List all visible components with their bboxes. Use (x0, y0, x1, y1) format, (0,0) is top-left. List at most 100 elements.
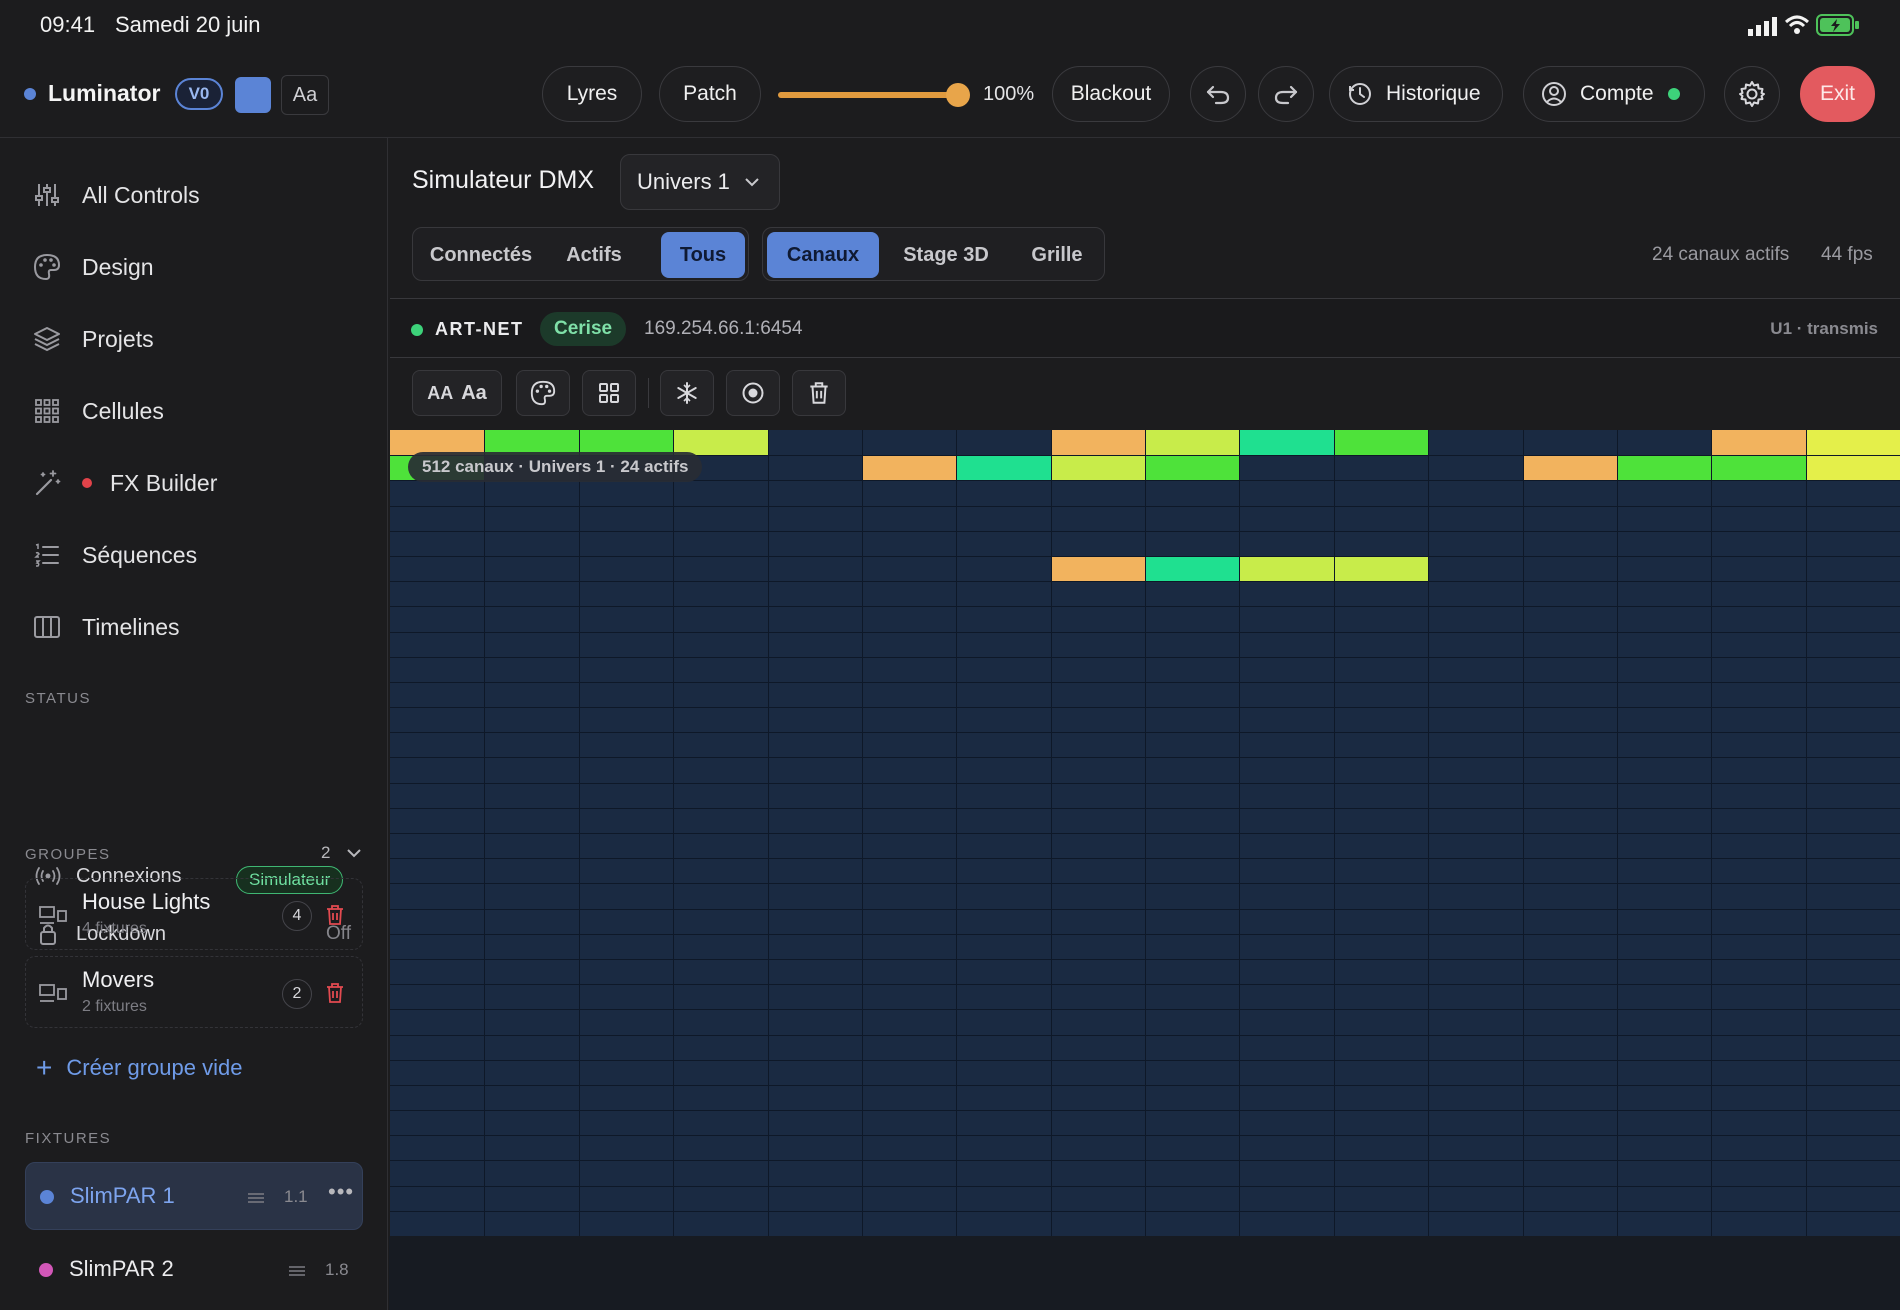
channel-cell-lit[interactable] (1145, 455, 1240, 481)
patch-button[interactable]: Patch (659, 66, 761, 122)
nav-projets[interactable]: Projets (32, 314, 154, 364)
font-size-toggle-button[interactable]: AA Aa (412, 370, 502, 416)
nav-label: Projets (82, 325, 154, 352)
channel-cell-lit[interactable] (1145, 430, 1240, 456)
signal-icon (1748, 17, 1777, 36)
nav-all-controls[interactable]: All Controls (32, 170, 200, 220)
undo-button[interactable] (1190, 66, 1246, 122)
grid-row-line (390, 656, 1900, 658)
channel-cell-lit[interactable] (1805, 455, 1900, 481)
protocol-name: ART-NET (435, 319, 524, 339)
nav-fx-builder[interactable]: FX Builder (32, 458, 217, 508)
grid-row-line (390, 606, 1900, 608)
nav-sequences[interactable]: Séquences (32, 530, 197, 580)
grid-row-line (390, 833, 1900, 834)
channel-cell-lit[interactable] (956, 455, 1051, 481)
redo-icon (1274, 85, 1298, 105)
channel-cell-lit[interactable] (1711, 455, 1806, 481)
master-slider-track[interactable] (778, 92, 958, 98)
tab-grille[interactable]: Grille (1013, 232, 1101, 278)
channel-cell-lit[interactable] (1711, 430, 1806, 456)
clear-button[interactable] (792, 370, 846, 416)
channel-cell-lit[interactable] (1145, 555, 1240, 582)
trash-icon[interactable] (324, 981, 346, 1005)
channel-cell-lit[interactable] (1805, 430, 1900, 456)
user-icon (1542, 82, 1566, 106)
channel-cell-lit[interactable] (1050, 455, 1145, 481)
node-ip-address: 169.254.66.1:6454 (644, 318, 803, 339)
top-toolbar: Luminator V0 Aa Lyres Patch 100% Blackou… (0, 50, 1900, 138)
fixture-item-slimpar-1[interactable]: SlimPAR 1 1.1 ••• (25, 1162, 363, 1230)
nav-timelines[interactable]: Timelines (32, 602, 180, 652)
settings-button[interactable] (1724, 66, 1780, 122)
grid-row-line (390, 581, 1900, 583)
universe-select[interactable]: Univers 1 (620, 154, 780, 210)
palette-button[interactable] (516, 370, 570, 416)
more-options-icon[interactable]: ••• (328, 1179, 354, 1205)
fixture-name: SlimPAR 1 (70, 1183, 175, 1208)
magic-wand-icon (35, 470, 61, 496)
tab-connectes[interactable]: Connectés (421, 232, 541, 278)
historique-button[interactable]: Historique (1329, 66, 1503, 122)
grid-row-line (390, 908, 1900, 910)
tab-actifs[interactable]: Actifs (547, 232, 641, 278)
gear-icon (1739, 81, 1765, 107)
undo-icon (1206, 85, 1230, 105)
freeze-button[interactable] (660, 370, 714, 416)
redo-button[interactable] (1258, 66, 1314, 122)
dmx-channel-grid[interactable] (390, 430, 1900, 1236)
grid-row-line (390, 984, 1900, 986)
grid-row-line (390, 555, 1900, 557)
grid-row-line (390, 883, 1900, 885)
accent-color-swatch[interactable] (235, 77, 271, 113)
chevron-down-icon[interactable] (345, 846, 363, 860)
channel-cell-lit[interactable] (1239, 555, 1334, 582)
channel-cell-lit[interactable] (1050, 555, 1145, 582)
blackout-button[interactable]: Blackout (1052, 66, 1170, 122)
trash-icon[interactable] (324, 903, 346, 927)
tab-stage-3d[interactable]: Stage 3D (887, 232, 1005, 278)
nav-label: Séquences (82, 541, 198, 568)
channel-cell-lit[interactable] (1333, 430, 1429, 456)
compte-button[interactable]: Compte (1523, 66, 1705, 122)
exit-button[interactable]: Exit (1800, 66, 1875, 122)
group-card-house-lights[interactable]: House Lights 4 fixtures 4 (25, 878, 363, 950)
sidebar: All Controls Design Projets Cellules FX … (0, 138, 388, 1310)
drag-handle-icon[interactable] (287, 1264, 307, 1278)
fixture-item-slimpar-2[interactable]: SlimPAR 2 1.8 (25, 1238, 363, 1302)
account-status-dot (1667, 88, 1680, 100)
app-status-dot (24, 88, 36, 100)
create-group-button[interactable]: + Créer groupe vide (36, 1050, 242, 1086)
palette-icon (530, 380, 556, 406)
fixture-address: 1.8 (325, 1260, 349, 1279)
snowflake-icon (677, 382, 697, 404)
drag-handle-icon[interactable] (246, 1191, 266, 1205)
record-button[interactable] (726, 370, 780, 416)
master-slider-thumb[interactable] (946, 83, 970, 107)
tab-canaux[interactable]: Canaux (767, 232, 879, 278)
channel-cell-lit[interactable] (1050, 430, 1145, 456)
date: Samedi 20 juin (115, 12, 261, 37)
history-icon (1349, 83, 1371, 105)
nav-design[interactable]: Design (32, 242, 154, 292)
layout-grid-button[interactable] (582, 370, 636, 416)
grid-footer-area (389, 1236, 1900, 1310)
font-toggle-button[interactable]: Aa (281, 75, 329, 115)
grid-row-line (390, 1110, 1900, 1112)
nav-cellules[interactable]: Cellules (32, 386, 164, 436)
channel-cell-lit[interactable] (1522, 455, 1617, 481)
group-name: House Lights (82, 889, 211, 914)
grid-row-line (390, 530, 1900, 532)
channel-cell-lit[interactable] (1239, 430, 1334, 456)
lyres-button[interactable]: Lyres (542, 66, 642, 122)
group-card-movers[interactable]: Movers 2 fixtures 2 (25, 956, 363, 1028)
tab-tous[interactable]: Tous (661, 232, 745, 278)
grid-row-line (390, 958, 1900, 960)
channel-cell-lit[interactable] (1333, 555, 1429, 582)
protocol-status-dot (411, 324, 423, 336)
wifi-icon (1784, 15, 1810, 34)
channel-cell-lit[interactable] (1616, 455, 1712, 481)
font-small-label: AA (427, 382, 454, 403)
channel-cell-lit[interactable] (861, 455, 957, 481)
universe-select-value: Univers 1 (637, 169, 730, 194)
